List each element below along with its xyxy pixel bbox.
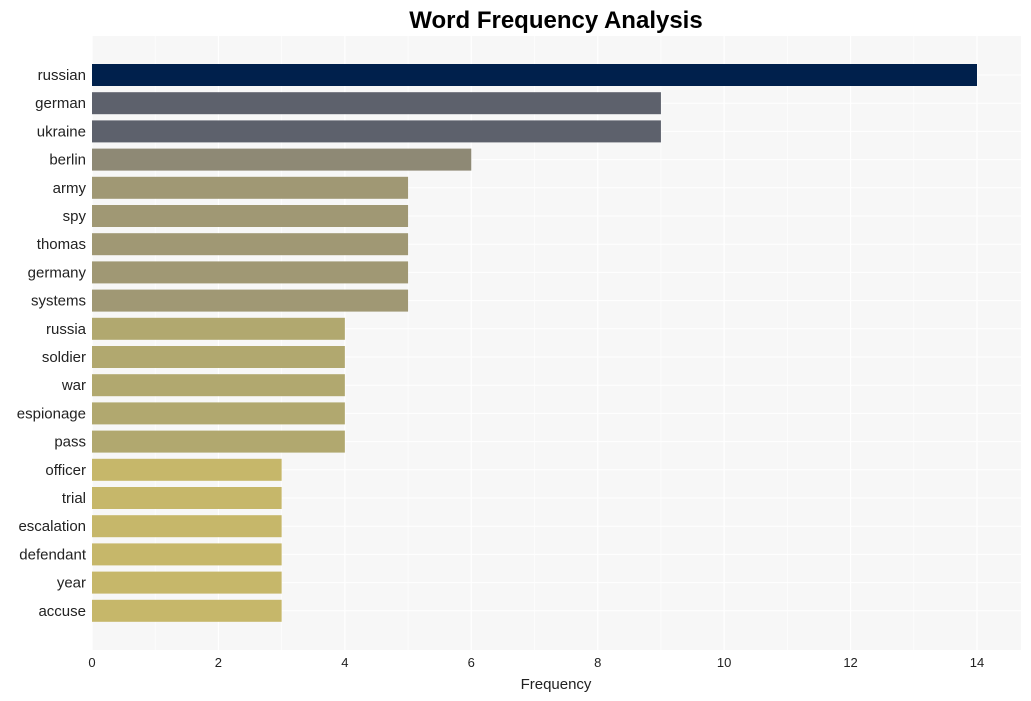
bar-soldier (92, 346, 345, 368)
y-label-accuse: accuse (38, 603, 86, 620)
bar-war (92, 374, 345, 397)
x-tick-4: 4 (341, 655, 348, 670)
x-tick-14: 14 (970, 655, 984, 670)
y-label-espionage: espionage (17, 405, 86, 422)
bar-espionage (92, 402, 345, 425)
y-label-army: army (53, 180, 87, 197)
y-label-defendant: defendant (19, 546, 87, 563)
y-label-ukraine: ukraine (37, 123, 86, 140)
bar-officer (92, 458, 282, 481)
y-label-trial: trial (62, 490, 86, 507)
bar-berlin (92, 148, 472, 171)
y-label-berlin: berlin (49, 152, 86, 169)
bar-accuse (92, 599, 282, 622)
y-label-year: year (57, 575, 86, 592)
y-label-germany: germany (28, 264, 87, 281)
y-label-pass: pass (54, 434, 86, 451)
y-label-russian: russian (38, 67, 86, 84)
x-tick-10: 10 (717, 655, 731, 670)
bar-spy (92, 205, 409, 227)
x-axis-ticks: 0 2 4 6 8 10 12 14 (88, 655, 984, 670)
y-label-russia: russia (46, 321, 87, 338)
x-tick-6: 6 (468, 655, 475, 670)
word-frequency-chart: russian german ukraine berlin army spy thomas g… (17, 7, 1021, 693)
y-label-escalation: escalation (18, 518, 86, 535)
bar-pass (92, 430, 345, 453)
chart-title: Word Frequency Analysis (409, 7, 702, 34)
bar-escalation (92, 515, 282, 538)
x-tick-8: 8 (594, 655, 601, 670)
bar-germany (92, 261, 409, 284)
y-label-spy: spy (63, 208, 87, 225)
y-label-german: german (35, 95, 86, 112)
bar-systems (92, 289, 409, 312)
y-label-thomas: thomas (37, 236, 86, 253)
bar-ukraine (92, 120, 661, 143)
bar-thomas (92, 233, 409, 256)
y-label-systems: systems (31, 293, 86, 310)
bar-trial (92, 487, 282, 509)
x-tick-12: 12 (843, 655, 857, 670)
bar-year (92, 571, 282, 594)
y-label-war: war (61, 377, 86, 394)
y-label-officer: officer (45, 462, 86, 479)
x-axis-label: Frequency (521, 676, 592, 693)
bar-army (92, 176, 409, 199)
bar-russia (92, 317, 345, 340)
x-tick-0: 0 (88, 655, 95, 670)
x-tick-2: 2 (215, 655, 222, 670)
bar-russian (92, 64, 977, 86)
bar-german (92, 92, 661, 115)
y-axis-labels: russian german ukraine berlin army spy thomas g… (17, 67, 87, 620)
y-label-soldier: soldier (42, 349, 86, 366)
bar-defendant (92, 543, 282, 566)
